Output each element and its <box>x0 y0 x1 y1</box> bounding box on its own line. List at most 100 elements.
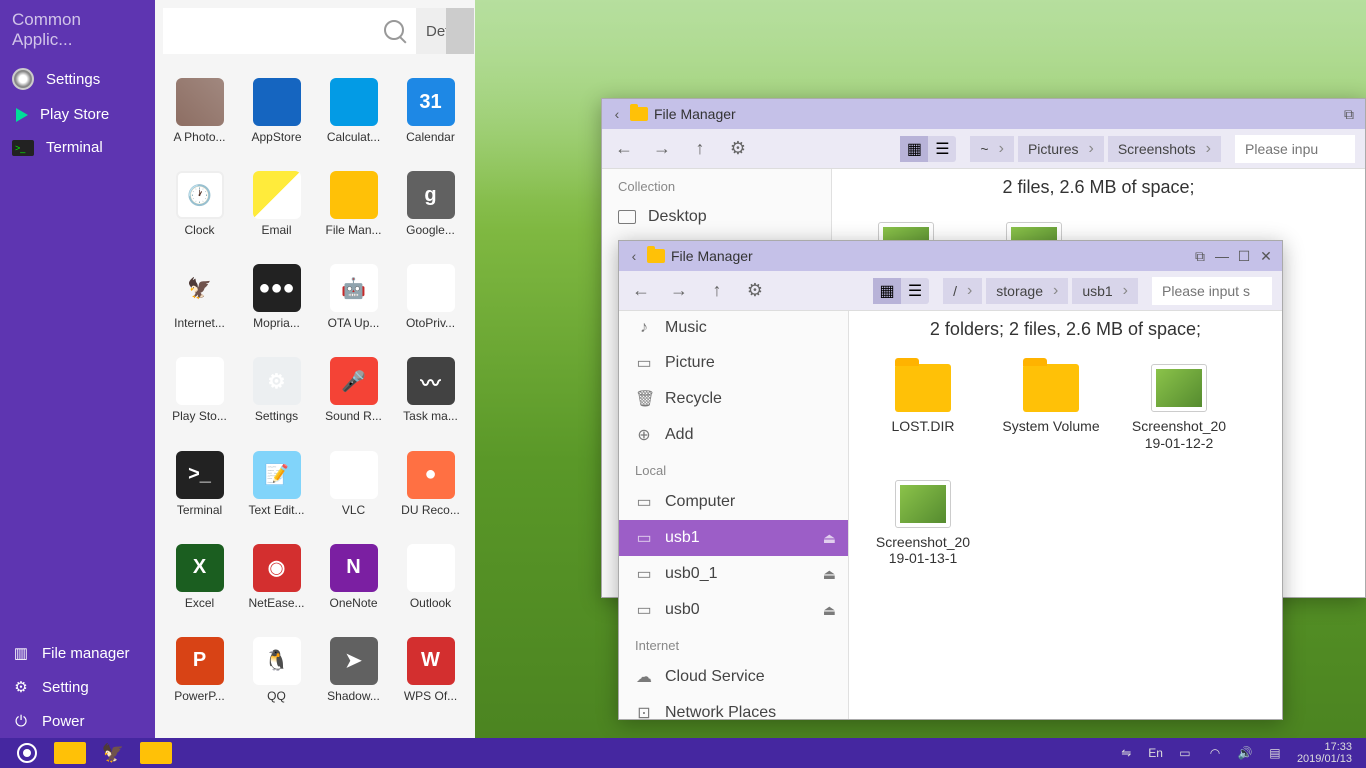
sidebar-item-add[interactable]: ⊕Add <box>619 417 848 453</box>
sidebar-item-settings[interactable]: Settings <box>0 60 155 98</box>
taskbar-file-manager-2[interactable] <box>140 742 172 764</box>
app-sound-r-[interactable]: 🎤Sound R... <box>317 357 390 442</box>
sidebar-item-power[interactable]: ⏻Power <box>0 704 155 738</box>
language-indicator[interactable]: En <box>1148 746 1163 760</box>
app-google-[interactable]: gGoogle... <box>394 171 467 256</box>
app-search-input[interactable] <box>163 8 416 54</box>
breadcrumb-/[interactable]: / <box>943 278 982 304</box>
app-text-edit-[interactable]: 📝Text Edit... <box>240 451 313 536</box>
app-label: Settings <box>255 409 298 423</box>
app-du-reco-[interactable]: ●DU Reco... <box>394 451 467 536</box>
app-a-photo-[interactable]: A Photo... <box>163 78 236 163</box>
app-label: Internet... <box>174 316 225 330</box>
app-powerp-[interactable]: PPowerP... <box>163 637 236 722</box>
file-item[interactable]: Screenshot_2019-01-12-2 <box>1129 364 1229 452</box>
eject-icon[interactable]: ⏏ <box>823 566 836 583</box>
start-button[interactable] <box>8 740 46 766</box>
nav-up-icon[interactable]: ↑ <box>688 137 712 161</box>
close-icon[interactable]: ✕ <box>1258 248 1274 264</box>
settings-icon[interactable]: ⚙ <box>726 137 750 161</box>
app-excel[interactable]: XExcel <box>163 544 236 629</box>
app-clock[interactable]: 🕐Clock <box>163 171 236 256</box>
notification-icon[interactable]: ▤ <box>1267 745 1283 761</box>
app-task-ma-[interactable]: 〰Task ma... <box>394 357 467 442</box>
app-settings[interactable]: ⚙Settings <box>240 357 313 442</box>
grid-view-icon[interactable]: ▦ <box>873 278 901 304</box>
breadcrumb-~[interactable]: ~ <box>970 136 1014 162</box>
fm1-titlebar[interactable]: ‹ File Manager ⧉ <box>602 99 1365 129</box>
app-ota-up-[interactable]: 🤖OTA Up... <box>317 264 390 349</box>
taskbar-file-manager-1[interactable] <box>54 742 86 764</box>
taskbar-internet[interactable]: 🦅 <box>94 740 132 766</box>
file-manager-window-2[interactable]: ‹ File Manager ⧉ — ☐ ✕ ← → ↑ ⚙ ▦ ☰ /stor… <box>618 240 1283 720</box>
nav-back-icon[interactable]: ← <box>612 137 636 161</box>
fm1-search-input[interactable] <box>1235 135 1355 163</box>
sidebar-item-usb0_1[interactable]: ▭usb0_1⏏ <box>619 556 848 592</box>
usb-icon[interactable]: ⇋ <box>1118 745 1134 761</box>
clock[interactable]: 17:33 2019/01/13 <box>1297 741 1358 765</box>
app-internet-[interactable]: 🦅Internet... <box>163 264 236 349</box>
app-terminal[interactable]: >_Terminal <box>163 451 236 536</box>
app-mopria-[interactable]: ●●●Mopria... <box>240 264 313 349</box>
app-shadow-[interactable]: ➤Shadow... <box>317 637 390 722</box>
volume-icon[interactable]: 🔊 <box>1237 745 1253 761</box>
sidebar-item-file-manager[interactable]: ▥File manager <box>0 636 155 670</box>
maximize-icon[interactable]: ☐ <box>1236 248 1252 264</box>
app-otopriv-[interactable]: ⊘OtoPriv... <box>394 264 467 349</box>
list-view-icon[interactable]: ☰ <box>901 278 929 304</box>
battery-icon[interactable]: ▭ <box>1177 745 1193 761</box>
wifi-icon[interactable]: ◠ <box>1207 745 1223 761</box>
app-vlc[interactable]: △VLC <box>317 451 390 536</box>
app-onenote[interactable]: NOneNote <box>317 544 390 629</box>
breadcrumb-usb1[interactable]: usb1 <box>1072 278 1138 304</box>
sidebar-item-desktop[interactable]: Desktop <box>602 200 831 234</box>
file-item[interactable]: LOST.DIR <box>873 364 973 452</box>
sidebar-item-setting[interactable]: ⚙Setting <box>0 670 155 704</box>
file-item[interactable]: Screenshot_2019-01-13-1 <box>873 480 973 568</box>
sidebar-item-network-places[interactable]: ⊡Network Places <box>619 695 848 719</box>
app-wps-of-[interactable]: WWPS Of... <box>394 637 467 722</box>
app-calculat-[interactable]: Calculat... <box>317 78 390 163</box>
breadcrumb-Screenshots[interactable]: Screenshots <box>1108 136 1221 162</box>
fm1-status: 2 files, 2.6 MB of space; <box>832 169 1365 206</box>
fm2-search-input[interactable] <box>1152 277 1272 305</box>
file-item[interactable]: System Volume <box>1001 364 1101 452</box>
breadcrumb-storage[interactable]: storage <box>986 278 1068 304</box>
nav-forward-icon[interactable]: → <box>667 279 691 303</box>
sidebar-item-usb1[interactable]: ▭usb1⏏ <box>619 520 848 556</box>
sidebar-item-usb0[interactable]: ▭usb0⏏ <box>619 592 848 628</box>
app-netease-[interactable]: ◉NetEase... <box>240 544 313 629</box>
nav-up-icon[interactable]: ↑ <box>705 279 729 303</box>
eject-icon[interactable]: ⏏ <box>823 602 836 619</box>
sort-dropdown[interactable]: Default <box>416 8 474 54</box>
minimize-icon[interactable]: — <box>1214 248 1230 264</box>
nav-forward-icon[interactable]: → <box>650 137 674 161</box>
sidebar-item-terminal[interactable]: >_Terminal <box>0 131 155 164</box>
fm1-restore-icon[interactable]: ⧉ <box>1341 106 1357 122</box>
fm2-titlebar[interactable]: ‹ File Manager ⧉ — ☐ ✕ <box>619 241 1282 271</box>
sidebar-item-picture[interactable]: ▭Picture <box>619 345 848 381</box>
fm1-back-icon[interactable]: ‹ <box>610 107 624 121</box>
sidebar-item-cloud-service[interactable]: ☁Cloud Service <box>619 659 848 695</box>
eject-icon[interactable]: ⏏ <box>823 530 836 547</box>
fm2-back-icon[interactable]: ‹ <box>627 249 641 263</box>
app-appstore[interactable]: AppStore <box>240 78 313 163</box>
nav-back-icon[interactable]: ← <box>629 279 653 303</box>
sidebar-item-play-store[interactable]: Play Store <box>0 98 155 131</box>
sidebar-item-music[interactable]: ♪Music <box>619 311 848 345</box>
app-calendar[interactable]: 31Calendar <box>394 78 467 163</box>
breadcrumb-Pictures[interactable]: Pictures <box>1018 136 1104 162</box>
grid-view-icon[interactable]: ▦ <box>900 136 928 162</box>
settings-icon[interactable]: ⚙ <box>743 279 767 303</box>
app-icon: ● <box>407 451 455 499</box>
fm2-restore-icon[interactable]: ⧉ <box>1192 248 1208 264</box>
list-view-icon[interactable]: ☰ <box>928 136 956 162</box>
sidebar-item-recycle[interactable]: 🗑Recycle <box>619 381 848 417</box>
app-play-sto-[interactable]: ▶Play Sto... <box>163 357 236 442</box>
app-file-man-[interactable]: File Man... <box>317 171 390 256</box>
app-outlook[interactable]: OOutlook <box>394 544 467 629</box>
app-qq[interactable]: 🐧QQ <box>240 637 313 722</box>
search-icon[interactable] <box>384 20 404 40</box>
app-email[interactable]: Email <box>240 171 313 256</box>
sidebar-item-computer[interactable]: ▭Computer <box>619 484 848 520</box>
